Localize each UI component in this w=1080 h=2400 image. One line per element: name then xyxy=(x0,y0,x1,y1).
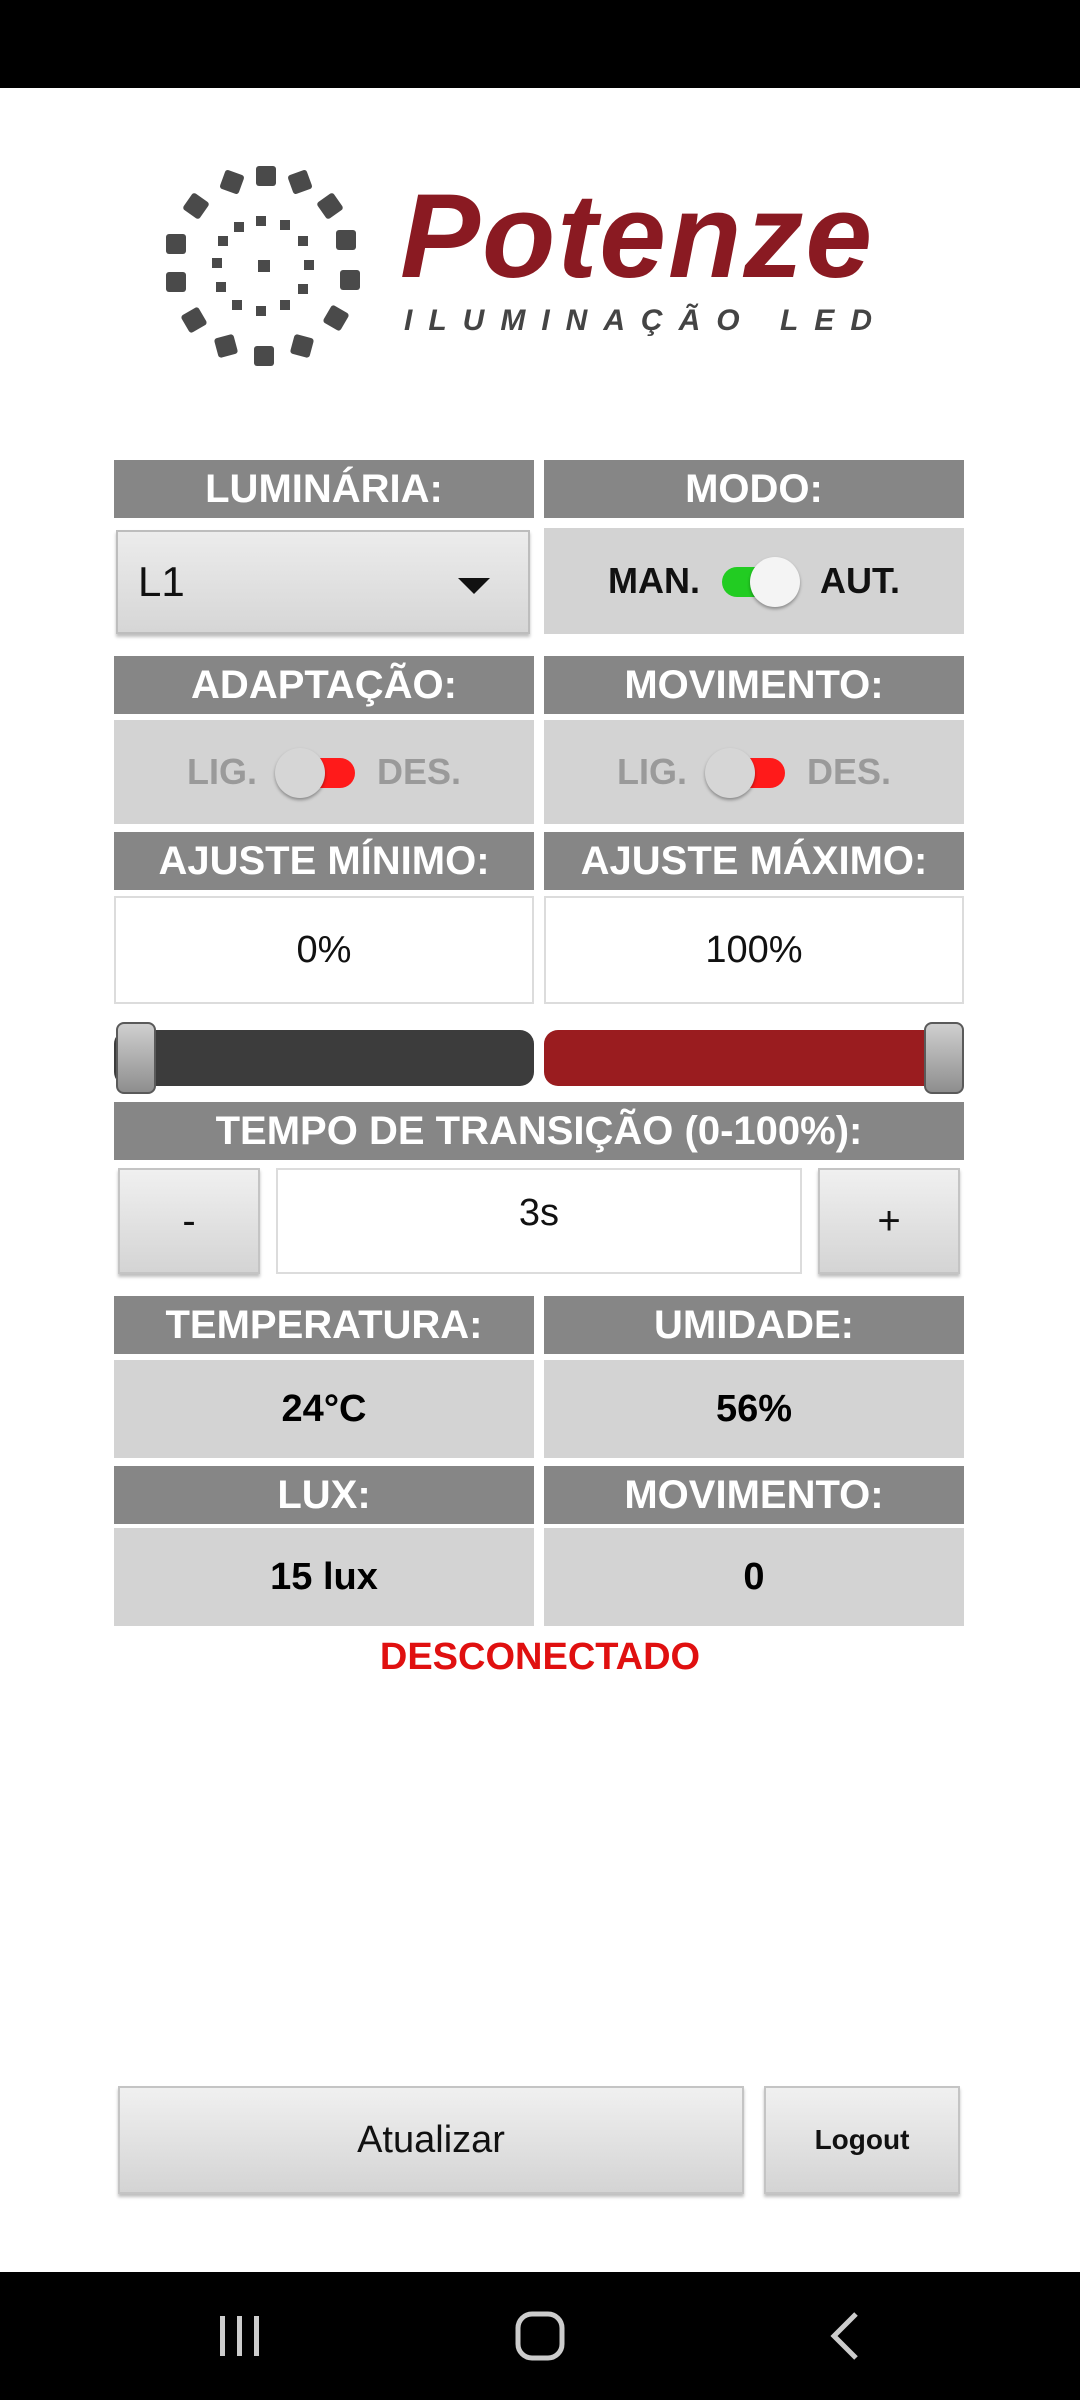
movimento-sensor-cell: 0 xyxy=(544,1528,964,1626)
ajuste-minimo-header: AJUSTE MÍNIMO: xyxy=(114,832,534,890)
app-screen: Potenze ILUMINAÇÃO LED LUMINÁRIA: MODO: … xyxy=(0,0,1080,2400)
movimento-toggle-switch[interactable] xyxy=(704,746,789,798)
modo-toggle-thumb xyxy=(750,557,800,607)
transicao-header: TEMPO DE TRANSIÇÃO (0-100%): xyxy=(114,1102,964,1160)
adaptacao-off-label: DES. xyxy=(376,751,462,792)
adaptacao-toggle-thumb xyxy=(274,748,325,798)
recent-apps-button[interactable] xyxy=(160,2272,320,2400)
adaptacao-on-label: LIG. xyxy=(186,751,257,792)
adaptacao-toggle-switch[interactable] xyxy=(274,746,359,798)
umidade-cell: 56% xyxy=(544,1360,964,1458)
temperatura-header: TEMPERATURA: xyxy=(114,1296,534,1354)
logo-brand-text: Potenze xyxy=(400,169,875,303)
ajuste-minimo-slider-handle[interactable] xyxy=(116,1022,156,1094)
movimento-sensor-value: 0 xyxy=(743,1555,765,1598)
lux-value: 15 lux xyxy=(270,1555,378,1598)
ajuste-minimo-slider-track[interactable] xyxy=(114,1030,534,1086)
temperatura-value: 24°C xyxy=(281,1387,367,1430)
ajuste-minimo-field[interactable]: 0% xyxy=(114,896,534,1004)
adaptacao-header: ADAPTAÇÃO: xyxy=(114,656,534,714)
modo-toggle-switch[interactable] xyxy=(718,555,802,607)
home-icon xyxy=(515,2311,565,2361)
ajuste-maximo-header: AJUSTE MÁXIMO: xyxy=(544,832,964,890)
movimento-sensor-header: MOVIMENTO: xyxy=(544,1466,964,1524)
umidade-value: 56% xyxy=(715,1387,793,1430)
modo-manual-label: MAN. xyxy=(608,560,700,601)
back-icon xyxy=(830,2312,858,2360)
status-bar xyxy=(0,0,1080,88)
adaptacao-cell: LIG. DES. xyxy=(114,720,534,824)
logo-dots-icon xyxy=(166,166,360,366)
movimento-off-label: DES. xyxy=(806,751,892,792)
temperatura-cell: 24°C xyxy=(114,1360,534,1458)
ajuste-maximo-field[interactable]: 100% xyxy=(544,896,964,1004)
modo-cell: MAN. AUT. xyxy=(544,528,964,634)
luminaria-header: LUMINÁRIA: xyxy=(114,460,534,518)
navigation-bar xyxy=(0,2272,1080,2400)
movimento-on-label: LIG. xyxy=(616,751,687,792)
refresh-button[interactable]: Atualizar xyxy=(118,2086,744,2194)
back-button[interactable] xyxy=(764,2272,924,2400)
lux-cell: 15 lux xyxy=(114,1528,534,1626)
logout-button[interactable]: Logout xyxy=(764,2086,960,2194)
ajuste-maximo-slider-track[interactable] xyxy=(544,1030,964,1086)
movimento-toggle-header: MOVIMENTO: xyxy=(544,656,964,714)
lux-header: LUX: xyxy=(114,1466,534,1524)
transicao-increment-button[interactable]: + xyxy=(818,1168,960,1274)
umidade-header: UMIDADE: xyxy=(544,1296,964,1354)
modo-header: MODO: xyxy=(544,460,964,518)
movimento-toggle-cell: LIG. DES. xyxy=(544,720,964,824)
ajuste-maximo-slider-handle[interactable] xyxy=(924,1022,964,1094)
movimento-toggle-thumb xyxy=(704,748,755,798)
luminaria-dropdown[interactable]: L1 xyxy=(116,530,530,634)
connection-status: DESCONECTADO xyxy=(379,1636,701,1678)
transicao-value-field[interactable]: 3s xyxy=(276,1168,802,1274)
home-button[interactable] xyxy=(460,2272,620,2400)
logo-tagline: ILUMINAÇÃO LED xyxy=(404,304,888,337)
luminaria-selected-value: L1 xyxy=(138,558,185,605)
modo-automatic-label: AUT. xyxy=(820,560,900,601)
dropdown-arrow-icon xyxy=(458,578,490,594)
recent-apps-icon xyxy=(220,2316,259,2356)
transicao-decrement-button[interactable]: - xyxy=(118,1168,260,1274)
